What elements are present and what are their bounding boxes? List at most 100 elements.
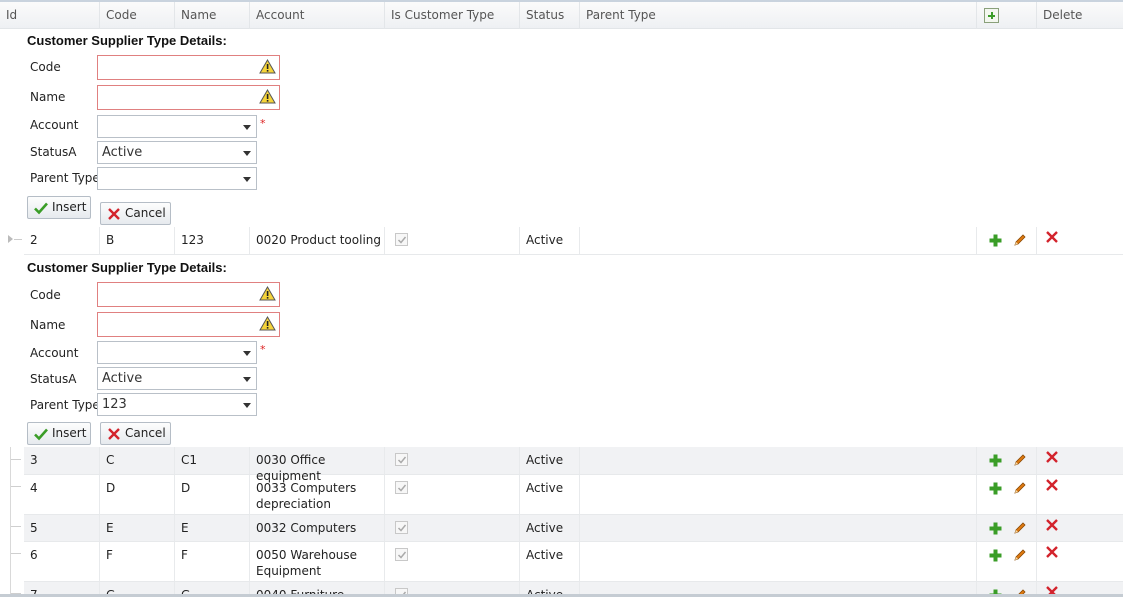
plus-icon[interactable] bbox=[989, 482, 1002, 495]
cell-account: 0050 Warehouse Equipment bbox=[249, 542, 384, 581]
name-input[interactable] bbox=[97, 85, 280, 110]
chevron-down-icon bbox=[243, 351, 251, 356]
cell-is-customer-type bbox=[384, 475, 519, 514]
chevron-down-icon bbox=[243, 125, 251, 130]
cell-name: F bbox=[174, 542, 249, 581]
pencil-icon[interactable] bbox=[1013, 481, 1027, 495]
cell-delete bbox=[1036, 515, 1123, 541]
checkbox[interactable] bbox=[395, 548, 408, 561]
cell-delete bbox=[1036, 542, 1123, 581]
warning-icon bbox=[259, 286, 276, 301]
required-marker: * bbox=[260, 117, 266, 130]
cell-name: 123 bbox=[174, 227, 249, 254]
table-row[interactable]: 2 B 123 0020 Product tooling Active bbox=[24, 227, 1123, 255]
tree-connector bbox=[14, 239, 22, 240]
table-row[interactable]: 4 D D 0033 Computers depreciation Active bbox=[24, 475, 1123, 515]
cell-account: 0030 Office equipment bbox=[249, 447, 384, 483]
red-x-icon[interactable] bbox=[1045, 478, 1059, 492]
column-header-is-customer-type[interactable]: Is Customer Type bbox=[384, 2, 519, 29]
insert-button[interactable]: Insert bbox=[27, 196, 91, 219]
red-x-icon bbox=[108, 208, 120, 220]
cancel-button[interactable]: Cancel bbox=[100, 202, 171, 225]
parent-type-select[interactable]: 123 bbox=[97, 393, 257, 416]
tree-connector bbox=[8, 447, 24, 597]
cell-actions bbox=[976, 542, 1036, 581]
cancel-button-label: Cancel bbox=[125, 426, 166, 440]
red-x-icon[interactable] bbox=[1045, 545, 1059, 559]
pencil-icon[interactable] bbox=[1013, 453, 1027, 467]
form-title: Customer Supplier Type Details: bbox=[27, 33, 227, 48]
grid-header: Id Code Name Account Is Customer Type St… bbox=[0, 0, 1123, 29]
checkbox[interactable] bbox=[395, 453, 408, 466]
status-select-value: Active bbox=[102, 371, 143, 386]
code-input[interactable] bbox=[97, 55, 280, 80]
parent-type-label: Parent Type bbox=[30, 398, 100, 412]
parent-type-select[interactable] bbox=[97, 167, 257, 190]
plus-icon[interactable] bbox=[989, 234, 1002, 247]
checkbox[interactable] bbox=[395, 481, 408, 494]
account-label: Account bbox=[30, 118, 79, 132]
insert-form-2: Customer Supplier Type Details: Code Nam… bbox=[24, 255, 1123, 447]
status-select[interactable]: Active bbox=[97, 367, 257, 390]
cell-parent-type bbox=[579, 542, 976, 581]
add-new-row-button[interactable] bbox=[984, 8, 999, 23]
cell-is-customer-type bbox=[384, 227, 519, 254]
column-header-name[interactable]: Name bbox=[174, 2, 249, 29]
checkbox[interactable] bbox=[395, 521, 408, 534]
cell-actions bbox=[976, 515, 1036, 541]
form-title: Customer Supplier Type Details: bbox=[27, 260, 227, 275]
warning-icon bbox=[259, 316, 276, 331]
column-header-delete[interactable]: Delete bbox=[1036, 2, 1123, 29]
insert-button[interactable]: Insert bbox=[27, 422, 91, 445]
column-header-status[interactable]: Status bbox=[519, 2, 579, 29]
red-x-icon[interactable] bbox=[1045, 450, 1059, 464]
cell-actions bbox=[976, 447, 1036, 474]
insert-button-label: Insert bbox=[52, 200, 87, 214]
cancel-button[interactable]: Cancel bbox=[100, 422, 171, 445]
name-input[interactable] bbox=[97, 312, 280, 337]
column-header-code[interactable]: Code bbox=[99, 2, 174, 29]
green-check-icon bbox=[34, 202, 48, 215]
cell-delete bbox=[1036, 227, 1123, 254]
code-label: Code bbox=[30, 288, 61, 302]
cell-status: Active bbox=[519, 475, 579, 514]
cell-status: Active bbox=[519, 447, 579, 474]
parent-type-label: Parent Type bbox=[30, 171, 100, 185]
cell-actions bbox=[976, 227, 1036, 254]
cell-code: D bbox=[99, 475, 174, 514]
red-x-icon[interactable] bbox=[1045, 230, 1059, 244]
expand-arrow-icon[interactable] bbox=[8, 235, 13, 243]
red-x-icon[interactable] bbox=[1045, 518, 1059, 532]
chevron-down-icon bbox=[243, 403, 251, 408]
pencil-icon[interactable] bbox=[1013, 233, 1027, 247]
cell-id: 3 bbox=[30, 453, 38, 467]
cell-parent-type bbox=[579, 475, 976, 514]
plus-icon[interactable] bbox=[989, 522, 1002, 535]
status-select-value: Active bbox=[102, 145, 143, 160]
column-header-account[interactable]: Account bbox=[249, 2, 384, 29]
pencil-icon[interactable] bbox=[1013, 521, 1027, 535]
pencil-icon[interactable] bbox=[1013, 548, 1027, 562]
code-input[interactable] bbox=[97, 282, 280, 307]
table-row[interactable]: 5 E E 0032 Computers Active bbox=[24, 515, 1123, 542]
cell-id: 2 bbox=[30, 233, 38, 247]
insert-form-1: Customer Supplier Type Details: Code Nam… bbox=[24, 29, 1123, 227]
checkbox[interactable] bbox=[395, 233, 408, 246]
account-select[interactable] bbox=[97, 341, 257, 364]
status-select[interactable]: Active bbox=[97, 141, 257, 164]
cell-status: Active bbox=[519, 515, 579, 541]
cell-status: Active bbox=[519, 542, 579, 581]
column-header-id[interactable]: Id bbox=[0, 2, 99, 29]
cell-id: 5 bbox=[30, 521, 38, 535]
cell-code: E bbox=[99, 515, 174, 541]
table-row[interactable]: 6 F F 0050 Warehouse Equipment Active bbox=[24, 542, 1123, 582]
column-header-parent-type[interactable]: Parent Type bbox=[579, 2, 976, 29]
cell-account: 0032 Computers bbox=[249, 515, 384, 541]
plus-icon[interactable] bbox=[989, 549, 1002, 562]
table-row[interactable]: 3 C C1 0030 Office equipment Active bbox=[24, 447, 1123, 483]
cancel-button-label: Cancel bbox=[125, 206, 166, 220]
cell-name: C1 bbox=[174, 447, 249, 474]
plus-icon[interactable] bbox=[989, 454, 1002, 467]
parent-type-select-value: 123 bbox=[102, 397, 127, 412]
account-select[interactable] bbox=[97, 115, 257, 138]
